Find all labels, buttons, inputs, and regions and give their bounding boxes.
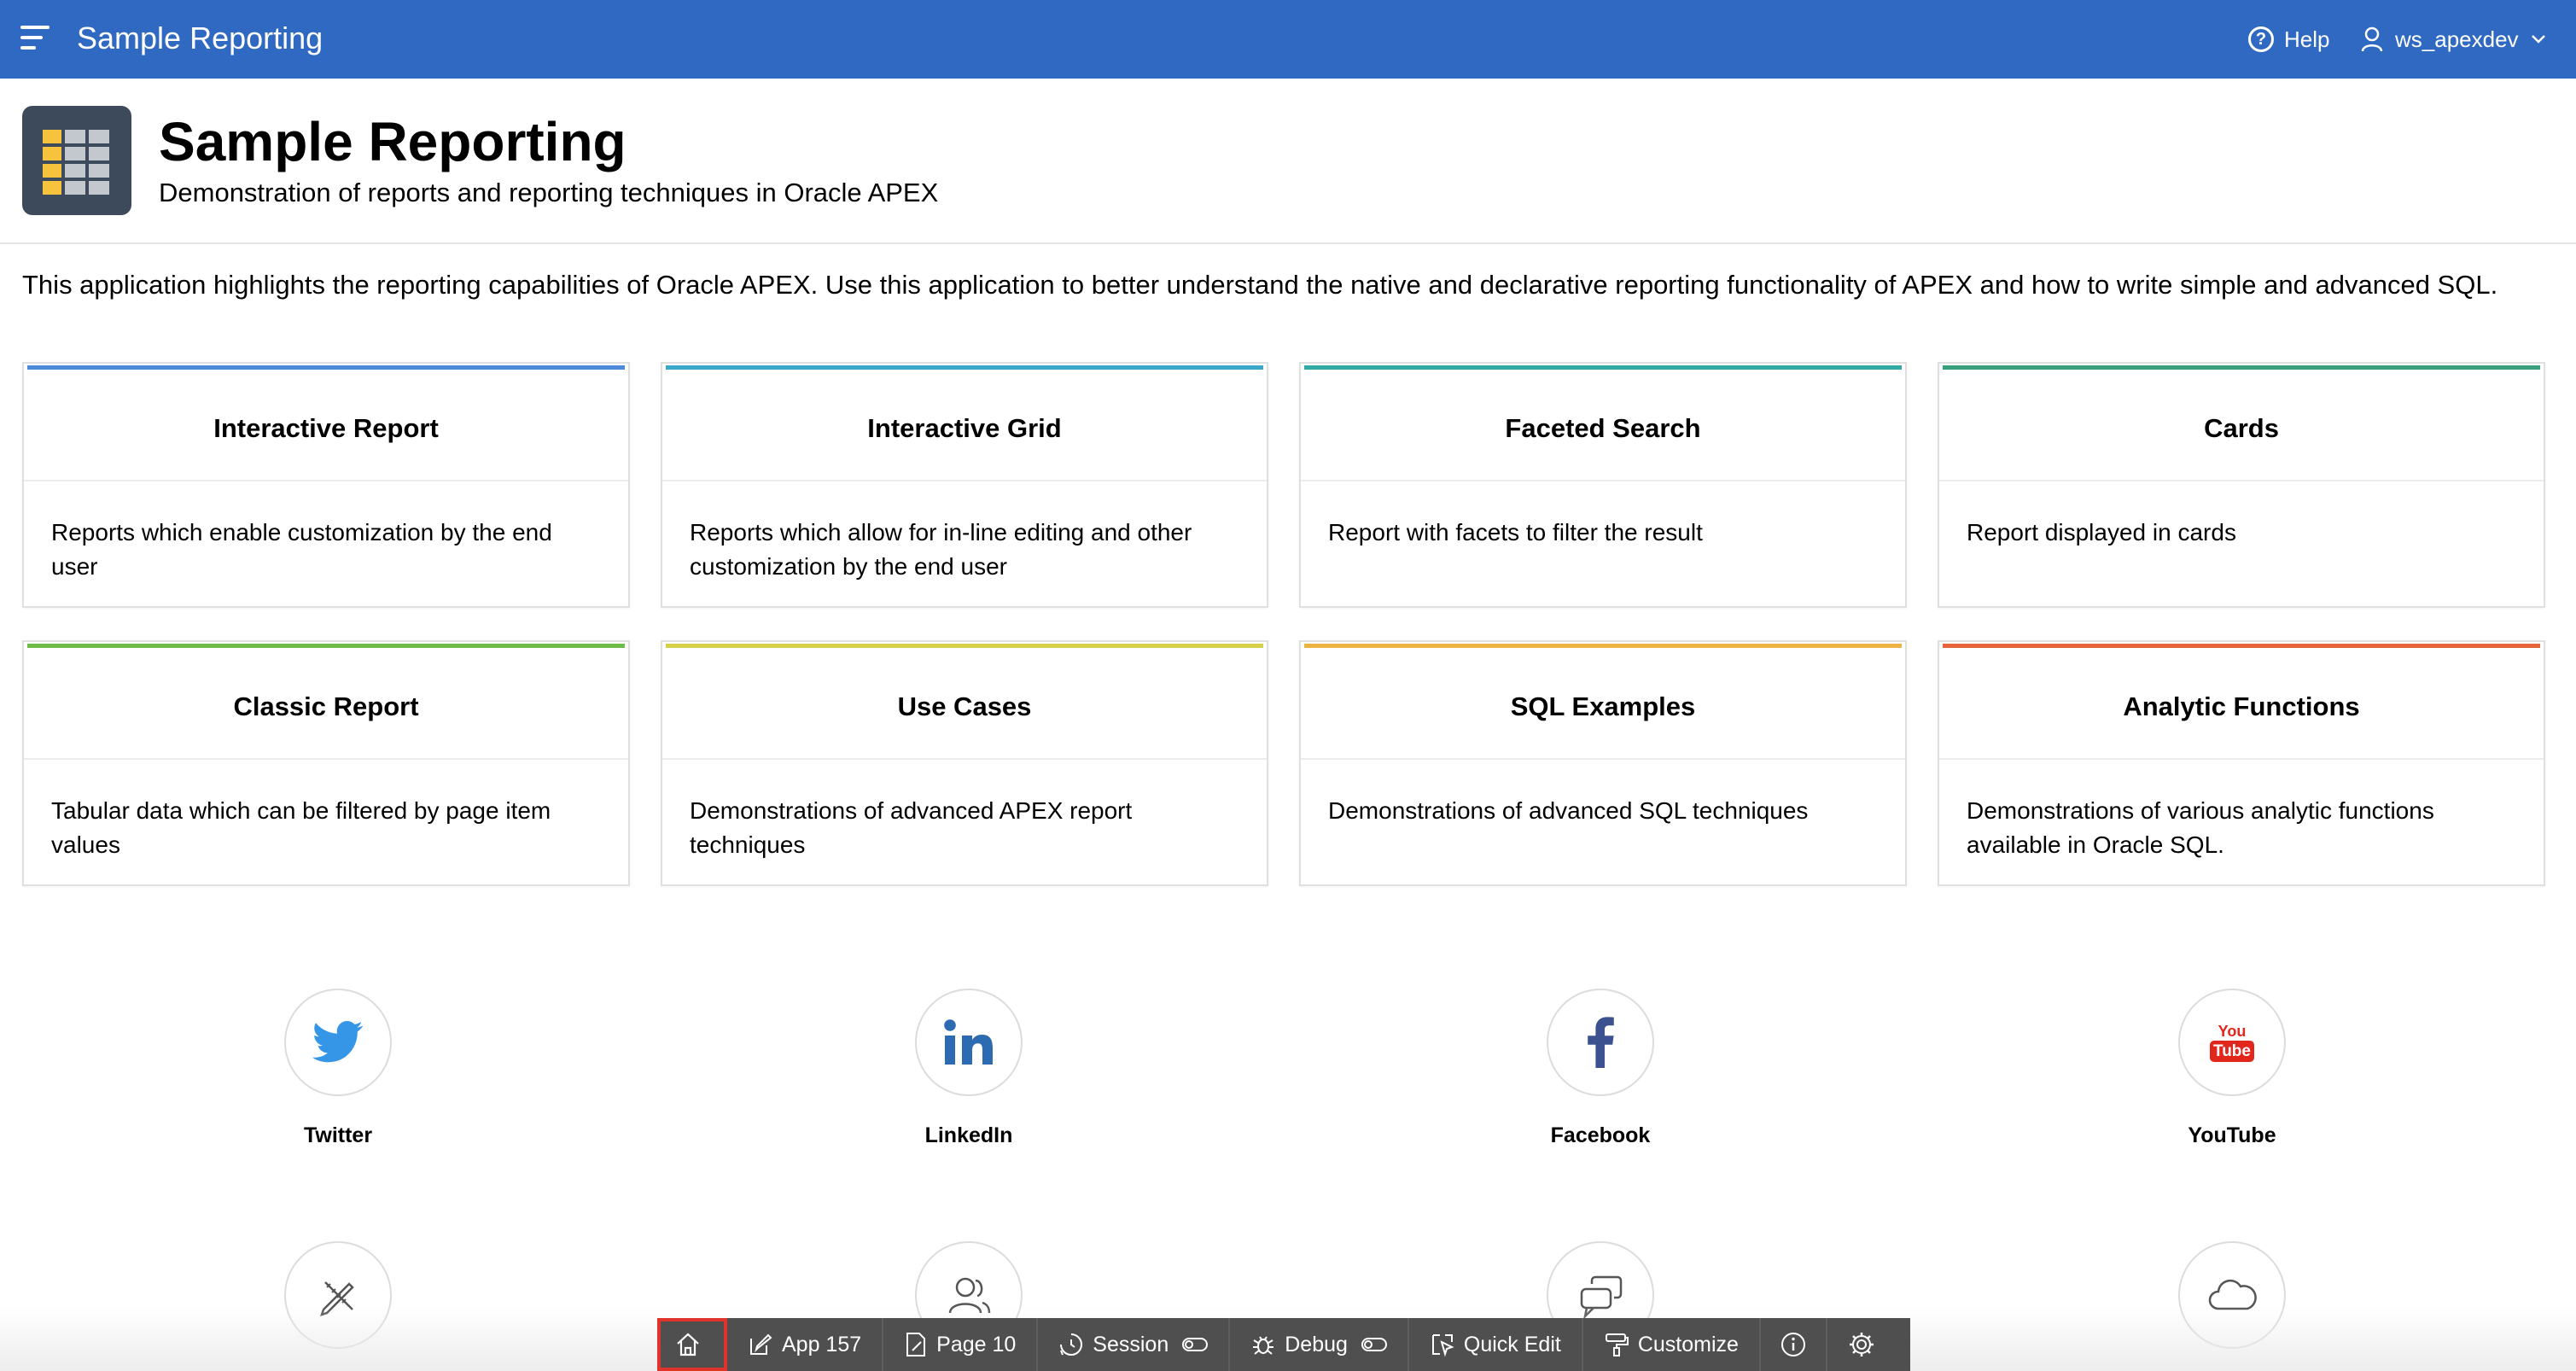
youtube-link[interactable]: You Tube YouTube [2104, 989, 2360, 1149]
card-divider [24, 480, 628, 481]
intro-text: This application highlights the reportin… [22, 270, 2498, 300]
quick-edit-button[interactable]: Quick Edit [1409, 1318, 1583, 1371]
card-title: Use Cases [897, 691, 1032, 721]
quick-edit-icon [1431, 1334, 1454, 1357]
card-divider [662, 758, 1267, 760]
card-divider [1301, 480, 1905, 481]
card-sql-examples[interactable]: SQL Examples Demonstrations of advanced S… [1299, 640, 1907, 886]
youtube-logo-top: You [2218, 1022, 2247, 1040]
session-toggle[interactable] [1182, 1338, 1209, 1351]
card-accent-bar [666, 365, 1263, 370]
card-divider [662, 480, 1267, 481]
card-accent-bar [27, 365, 625, 370]
card-description: Reports which enable customization by th… [51, 519, 552, 580]
card-interactive-report[interactable]: Interactive Report Reports which enable c… [22, 362, 630, 608]
info-icon [1780, 1333, 1805, 1356]
card-accent-bar [1943, 365, 2540, 370]
app-button[interactable]: App 157 [727, 1318, 884, 1371]
help-label: Help [2284, 26, 2330, 52]
customize-button[interactable]: Customize [1583, 1318, 1761, 1371]
customize-label: Customize [1637, 1332, 1739, 1356]
page-label: Page 10 [936, 1332, 1017, 1356]
paint-roller-icon [1605, 1333, 1629, 1356]
card-description: Report displayed in cards [1967, 519, 2236, 545]
card-accent-bar [1304, 644, 1902, 648]
app-title[interactable]: Sample Reporting [77, 19, 323, 58]
debug-toggle[interactable] [1361, 1338, 1387, 1351]
developer-toolbar: App 157 Page 10 Session Debug Quick Edit [657, 1318, 1910, 1371]
session-label: Session [1093, 1332, 1169, 1356]
card-classic-report[interactable]: Classic Report Tabular data which can be … [22, 640, 630, 886]
quick-edit-label: Quick Edit [1463, 1332, 1561, 1356]
help-button[interactable]: ? Help [2248, 20, 2329, 58]
card-title: Cards [2204, 413, 2279, 443]
bug-icon [1253, 1336, 1274, 1355]
card-divider [24, 758, 628, 760]
debug-label: Debug [1285, 1332, 1348, 1356]
top-navigation-bar: Sample Reporting ? Help ws_apexdev [0, 0, 2576, 79]
user-menu[interactable]: ws_apexdev [2361, 20, 2558, 58]
card-description: Report with facets to filter the result [1328, 519, 1703, 545]
card-title: Interactive Grid [867, 413, 1062, 443]
card-accent-bar [1304, 365, 1902, 370]
linkedin-icon [915, 989, 1023, 1096]
chevron-down-icon [2531, 35, 2545, 44]
page-title: Sample Reporting [159, 111, 627, 172]
twitter-link[interactable]: Twitter [210, 989, 466, 1149]
card-title: Analytic Functions [2123, 691, 2360, 721]
debug-button[interactable]: Debug [1230, 1318, 1409, 1371]
home-icon [677, 1333, 699, 1356]
app-label: App 157 [782, 1332, 862, 1356]
card-divider [1939, 758, 2544, 760]
card-title: SQL Examples [1510, 691, 1696, 721]
hero-region: Sample Reporting Demonstration of report… [0, 79, 2576, 244]
page-button[interactable]: Page 10 [883, 1318, 1039, 1371]
facebook-icon [1547, 989, 1654, 1096]
page-edit-icon [906, 1333, 926, 1356]
card-divider [1301, 758, 1905, 760]
card-title: Faceted Search [1505, 413, 1701, 443]
social-label-facebook: Facebook [1550, 1123, 1651, 1147]
card-accent-bar [1943, 644, 2540, 648]
user-name: ws_apexdev [2395, 26, 2519, 52]
card-cards[interactable]: Cards Report displayed in cards [1938, 362, 2545, 608]
info-button[interactable] [1761, 1318, 1827, 1371]
linkedin-link[interactable]: LinkedIn [841, 989, 1097, 1149]
card-description: Demonstrations of advanced SQL technique… [1328, 797, 1809, 824]
card-interactive-grid[interactable]: Interactive Grid Reports which allow for … [661, 362, 1268, 608]
page-subtitle: Demonstration of reports and reporting t… [159, 178, 939, 207]
card-divider [1939, 480, 2544, 481]
card-accent-bar [666, 644, 1263, 648]
social-label-twitter: Twitter [303, 1123, 373, 1147]
card-description: Demonstrations of advanced APEX report t… [690, 797, 1133, 858]
social-label-youtube: YouTube [2188, 1123, 2276, 1147]
card-use-cases[interactable]: Use Cases Demonstrations of advanced APEX… [661, 640, 1268, 886]
twitter-icon [284, 989, 392, 1096]
card-faceted-search[interactable]: Faceted Search Report with facets to filt… [1299, 362, 1907, 608]
card-description: Reports which allow for in-line editing … [690, 519, 1192, 580]
table-icon [22, 106, 131, 215]
help-icon: ? [2248, 26, 2274, 52]
session-button[interactable]: Session [1038, 1318, 1231, 1371]
card-analytic-functions[interactable]: Analytic Functions Demonstrations of vari… [1938, 640, 2545, 886]
menu-toggle-icon[interactable] [20, 26, 51, 51]
edit-icon [750, 1333, 772, 1355]
card-accent-bar [27, 644, 625, 648]
home-button[interactable] [657, 1318, 727, 1371]
user-icon [2361, 26, 2383, 52]
settings-button[interactable] [1827, 1318, 1896, 1371]
card-description: Demonstrations of various analytic funct… [1967, 797, 2434, 858]
facebook-link[interactable]: Facebook [1472, 989, 1728, 1149]
card-title: Classic Report [233, 691, 419, 721]
card-description: Tabular data which can be filtered by pa… [51, 797, 551, 858]
session-icon [1060, 1333, 1083, 1356]
youtube-icon: You Tube [2178, 989, 2286, 1096]
gear-icon [1849, 1333, 1874, 1356]
social-label-linkedin: LinkedIn [924, 1123, 1013, 1147]
card-title: Interactive Report [213, 413, 439, 443]
youtube-logo-bottom: Tube [2210, 1040, 2254, 1062]
